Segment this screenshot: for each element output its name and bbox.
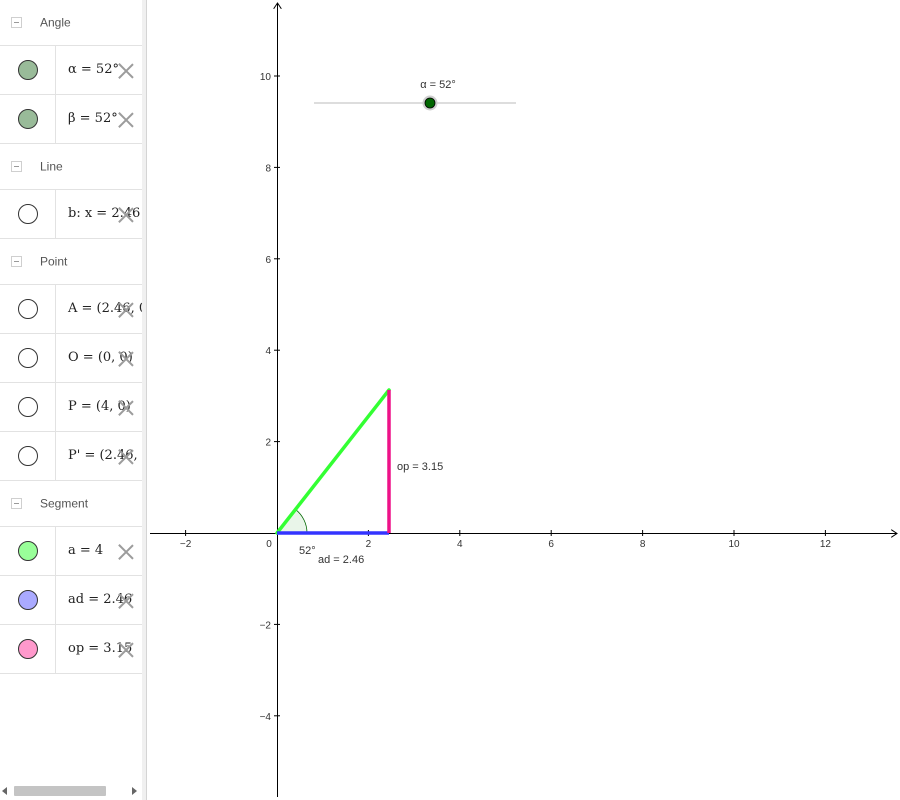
graphics-view[interactable]: −2 0 2 4 6 8 10 12 10 8 6 4 2 −2 −4 α = 52° 52° ad = …: [147, 0, 900, 800]
visibility-marble-cell: [0, 285, 56, 333]
collapse-icon[interactable]: [11, 160, 22, 172]
x-tick-label: 10: [728, 539, 740, 550]
visibility-toggle[interactable]: [18, 639, 38, 659]
visibility-toggle[interactable]: [18, 299, 38, 319]
algebra-view: Angle α = 52° β = 52° Line b: x = 2.46 Point A…: [0, 0, 142, 800]
x-tick-label: 0: [266, 539, 272, 550]
y-tick-label: 4: [265, 346, 271, 357]
group-header-point[interactable]: Point: [0, 239, 142, 285]
delete-icon[interactable]: [116, 61, 136, 81]
visibility-toggle[interactable]: [18, 590, 38, 610]
y-tick-marks: 10 8 6 4 2 −2 −4: [260, 72, 280, 723]
visibility-marble-cell: [0, 576, 56, 624]
algebra-item-A[interactable]: A = (2.46, 0): [0, 285, 142, 334]
scroll-right-icon[interactable]: [132, 787, 137, 795]
x-tick-label: 12: [820, 539, 832, 550]
visibility-marble-cell: [0, 527, 56, 575]
visibility-marble-cell: [0, 432, 56, 480]
delete-icon[interactable]: [116, 349, 136, 369]
visibility-toggle[interactable]: [18, 60, 38, 80]
collapse-icon[interactable]: [11, 497, 22, 509]
x-tick-label: 8: [640, 539, 646, 550]
delete-icon[interactable]: [116, 110, 136, 130]
graphics-canvas[interactable]: −2 0 2 4 6 8 10 12 10 8 6 4 2 −2 −4 α = 52° 52° ad = …: [147, 0, 900, 800]
horizontal-scrollbar[interactable]: [0, 784, 142, 798]
delete-icon[interactable]: [116, 205, 136, 225]
group-label: Angle: [40, 14, 71, 29]
visibility-toggle[interactable]: [18, 204, 38, 224]
visibility-marble-cell: [0, 383, 56, 431]
group-label: Point: [40, 253, 68, 268]
collapse-icon[interactable]: [11, 255, 22, 267]
visibility-toggle[interactable]: [18, 109, 38, 129]
algebra-item-a[interactable]: a = 4: [0, 527, 142, 576]
visibility-marble-cell: [0, 46, 56, 94]
delete-icon[interactable]: [116, 447, 136, 467]
algebra-list: Angle α = 52° β = 52° Line b: x = 2.46 Point A…: [0, 0, 142, 674]
visibility-toggle[interactable]: [18, 348, 38, 368]
y-tick-label: −2: [260, 620, 272, 631]
y-tick-label: 10: [260, 72, 272, 83]
visibility-toggle[interactable]: [18, 541, 38, 561]
y-tick-label: 8: [265, 163, 271, 174]
x-tick-label: 6: [548, 539, 554, 550]
delete-icon[interactable]: [116, 542, 136, 562]
visibility-toggle[interactable]: [18, 446, 38, 466]
ad-label: ad = 2.46: [318, 554, 364, 566]
scroll-left-icon[interactable]: [2, 787, 7, 795]
algebra-expression[interactable]: β = 52°: [68, 111, 118, 126]
visibility-marble-cell: [0, 625, 56, 673]
delete-icon[interactable]: [116, 640, 136, 660]
algebra-item-ad[interactable]: ad = 2.46: [0, 576, 142, 625]
algebra-expression[interactable]: a = 4: [68, 543, 103, 558]
algebra-item-Pprime[interactable]: P' = (2.46, 3.15): [0, 432, 142, 481]
x-tick-label: 4: [457, 539, 463, 550]
algebra-item-b[interactable]: b: x = 2.46: [0, 190, 142, 239]
group-header-segment[interactable]: Segment: [0, 481, 142, 527]
group-header-line[interactable]: Line: [0, 144, 142, 190]
algebra-item-P[interactable]: P = (4, 0): [0, 383, 142, 432]
algebra-expression[interactable]: α = 52°: [68, 62, 119, 77]
delete-icon[interactable]: [116, 591, 136, 611]
algebra-item-alpha[interactable]: α = 52°: [0, 46, 142, 95]
group-label: Segment: [40, 495, 89, 510]
x-tick-label: 2: [366, 539, 372, 550]
angle-label: 52°: [299, 545, 316, 557]
x-tick-label: −2: [180, 539, 192, 550]
group-header-angle[interactable]: Angle: [0, 0, 142, 46]
y-tick-label: 6: [265, 255, 271, 266]
slider-knob[interactable]: [424, 97, 436, 109]
scroll-thumb[interactable]: [14, 786, 106, 796]
group-label: Line: [40, 158, 63, 173]
delete-icon[interactable]: [116, 398, 136, 418]
y-tick-label: −4: [260, 712, 272, 723]
y-tick-label: 2: [265, 438, 271, 449]
visibility-marble-cell: [0, 190, 56, 238]
visibility-toggle[interactable]: [18, 397, 38, 417]
slider-label: α = 52°: [420, 79, 456, 91]
visibility-marble-cell: [0, 95, 56, 143]
algebra-item-beta[interactable]: β = 52°: [0, 95, 142, 144]
algebra-item-O[interactable]: O = (0, 0): [0, 334, 142, 383]
delete-icon[interactable]: [116, 300, 136, 320]
op-label: op = 3.15: [397, 461, 443, 473]
visibility-marble-cell: [0, 334, 56, 382]
algebra-item-op[interactable]: op = 3.15: [0, 625, 142, 674]
collapse-icon[interactable]: [11, 16, 22, 28]
segment-a[interactable]: [275, 388, 391, 535]
